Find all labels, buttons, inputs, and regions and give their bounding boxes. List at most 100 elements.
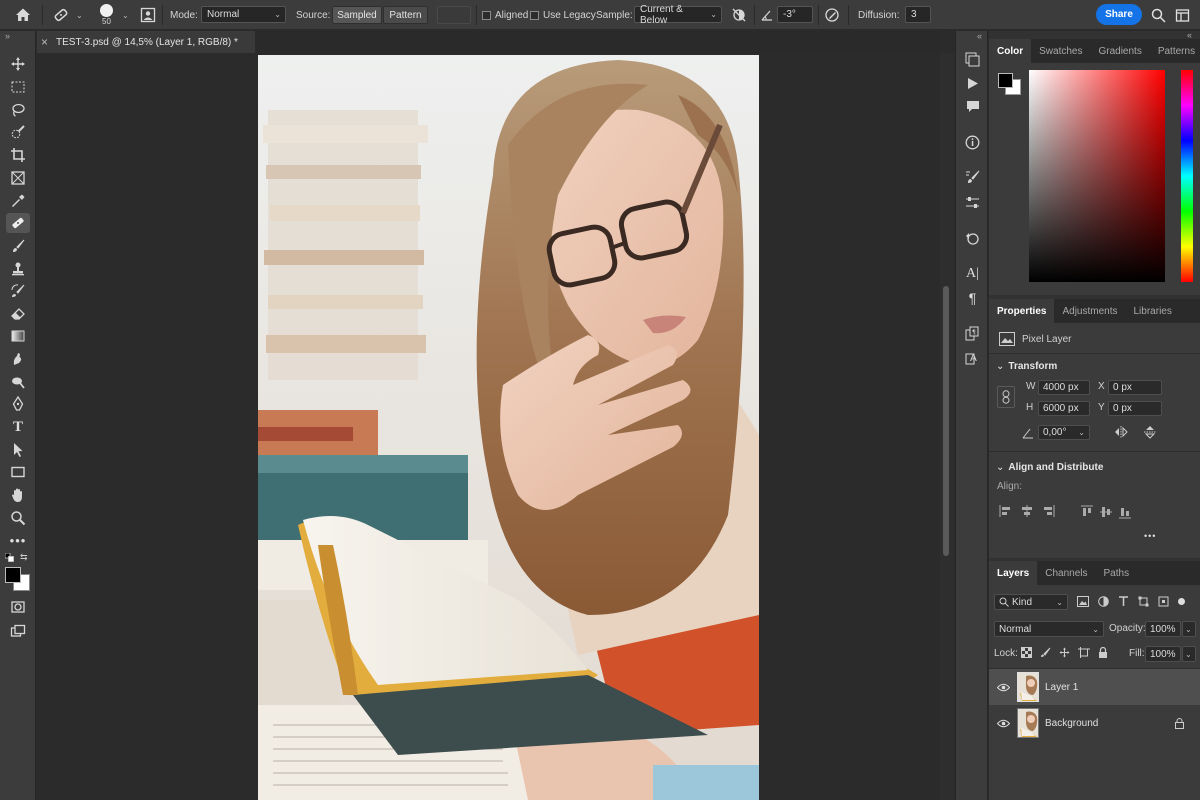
use-legacy-checkbox[interactable]: Use Legacy (530, 0, 596, 30)
dodge-tool[interactable] (6, 372, 30, 392)
lock-image-pixels-icon[interactable] (1040, 647, 1051, 658)
layer-row-background[interactable]: Background (989, 705, 1200, 741)
blend-mode-select[interactable]: Normal ⌄ (994, 621, 1104, 637)
rectangle-tool[interactable] (6, 462, 30, 482)
mode-select[interactable]: Normal ⌄ (201, 6, 286, 23)
expand-toolbar-icon[interactable]: » (5, 31, 10, 41)
path-selection-tool[interactable] (6, 440, 30, 460)
edit-toolbar-button[interactable]: ••• (6, 530, 30, 550)
diffusion-input[interactable]: 3 (905, 6, 931, 23)
ignore-adjustment-layers-button[interactable] (731, 0, 747, 30)
history-panel-button[interactable] (963, 50, 982, 69)
marquee-tool[interactable] (6, 77, 30, 97)
align-horizontal-center-icon[interactable] (1020, 505, 1034, 517)
layer-name[interactable]: Background (1045, 718, 1098, 729)
info-panel-button[interactable] (963, 133, 982, 152)
flip-horizontal-button[interactable] (1114, 426, 1128, 441)
tab-patterns[interactable]: Patterns (1150, 39, 1200, 63)
type-tool[interactable]: T (6, 417, 30, 437)
pressure-size-button[interactable] (824, 0, 840, 30)
pattern-picker[interactable] (437, 6, 471, 24)
scrollbar-thumb[interactable] (943, 286, 949, 556)
align-bottom-icon[interactable] (1119, 505, 1131, 519)
color-field[interactable] (1029, 70, 1165, 282)
align-vertical-center-icon[interactable] (1100, 505, 1112, 519)
healing-brush-tool[interactable] (6, 213, 30, 233)
hue-slider[interactable] (1181, 70, 1193, 282)
layer-filter-select[interactable]: Kind ⌄ (994, 594, 1068, 610)
sample-select[interactable]: Current & Below ⌄ (634, 4, 722, 26)
clone-source-panel-button[interactable] (963, 229, 982, 248)
frame-tool[interactable] (6, 168, 30, 188)
link-dimensions-button[interactable] (997, 386, 1015, 408)
brush-tool[interactable] (6, 236, 30, 256)
lock-position-icon[interactable] (1059, 647, 1070, 658)
align-section-header[interactable]: ⌄ Align and Distribute (996, 462, 1103, 473)
quick-selection-tool[interactable] (6, 122, 30, 142)
clone-source-button[interactable] (140, 0, 156, 30)
lock-all-icon[interactable] (1098, 647, 1108, 658)
adjustments-button[interactable] (963, 193, 982, 212)
transform-section-header[interactable]: ⌄ Transform (996, 361, 1057, 372)
search-button[interactable] (1151, 0, 1166, 30)
tab-adjustments[interactable]: Adjustments (1054, 299, 1125, 323)
pen-tool[interactable] (6, 394, 30, 414)
vertical-scrollbar[interactable] (940, 53, 954, 800)
source-pattern-button[interactable]: Pattern (383, 6, 428, 24)
foreground-color-swatch[interactable] (5, 567, 21, 583)
home-button[interactable] (14, 0, 32, 30)
fill-dropdown[interactable]: ⌄ (1182, 646, 1196, 662)
opacity-input[interactable]: 100% (1145, 621, 1181, 637)
chevron-down-icon[interactable]: ⌄ (122, 11, 129, 20)
filter-smart-object-icon[interactable] (1158, 596, 1169, 607)
layer-row-layer-1[interactable]: Layer 1 (989, 669, 1200, 705)
character-styles-button[interactable]: A (963, 348, 982, 367)
lock-transparency-icon[interactable] (1021, 647, 1032, 658)
tab-properties[interactable]: Properties (989, 299, 1055, 323)
y-input[interactable]: 0 px (1108, 401, 1162, 416)
quick-mask-button[interactable] (6, 597, 30, 617)
lock-artboard-icon[interactable] (1078, 647, 1090, 658)
angle-input[interactable]: -3° (777, 6, 813, 23)
document-image[interactable] (258, 55, 759, 800)
width-input[interactable]: 4000 px (1038, 380, 1090, 395)
zoom-tool[interactable] (6, 508, 30, 528)
tab-swatches[interactable]: Swatches (1031, 39, 1090, 63)
tab-channels[interactable]: Channels (1037, 561, 1095, 585)
filter-adjustment-icon[interactable] (1098, 596, 1109, 607)
default-colors-icon[interactable] (4, 552, 14, 565)
flip-vertical-button[interactable] (1144, 425, 1156, 442)
brush-size-picker[interactable]: 50 (100, 0, 113, 30)
clone-stamp-tool[interactable] (6, 259, 30, 279)
tab-layers[interactable]: Layers (989, 561, 1038, 585)
actions-panel-button[interactable] (963, 74, 982, 93)
canvas-area[interactable] (37, 53, 940, 800)
screen-mode-button[interactable] (6, 621, 30, 641)
tab-paths[interactable]: Paths (1096, 561, 1138, 585)
tab-color[interactable]: Color (989, 39, 1032, 63)
document-tab[interactable]: × TEST-3.psd @ 14,5% (Layer 1, RGB/8) * (37, 31, 255, 53)
eyedropper-tool[interactable] (6, 191, 30, 211)
filter-type-icon[interactable] (1118, 596, 1129, 607)
tool-preset-picker[interactable]: ⌄ (52, 0, 87, 30)
collapse-panels-icon[interactable]: « (977, 31, 982, 41)
fill-input[interactable]: 100% (1145, 646, 1181, 662)
history-brush-tool[interactable] (6, 281, 30, 301)
layer-name[interactable]: Layer 1 (1045, 682, 1078, 693)
workspace-button[interactable] (1175, 0, 1190, 30)
align-left-icon[interactable] (999, 505, 1013, 517)
opacity-dropdown[interactable]: ⌄ (1182, 621, 1196, 637)
filter-pixel-icon[interactable] (1077, 596, 1089, 607)
brush-settings-button[interactable] (963, 168, 982, 187)
filter-toggle[interactable] (1178, 598, 1185, 605)
smudge-tool[interactable] (6, 349, 30, 369)
character-panel-button[interactable]: A| (963, 264, 982, 283)
swap-colors-icon[interactable]: ⇆ (20, 552, 28, 563)
hand-tool[interactable] (6, 485, 30, 505)
more-options-button[interactable]: ••• (1144, 531, 1156, 541)
x-input[interactable]: 0 px (1108, 380, 1162, 395)
align-top-icon[interactable] (1081, 505, 1093, 519)
height-input[interactable]: 6000 px (1038, 401, 1090, 416)
lasso-tool[interactable] (6, 100, 30, 120)
paragraph-styles-button[interactable]: ¶ (963, 324, 982, 343)
